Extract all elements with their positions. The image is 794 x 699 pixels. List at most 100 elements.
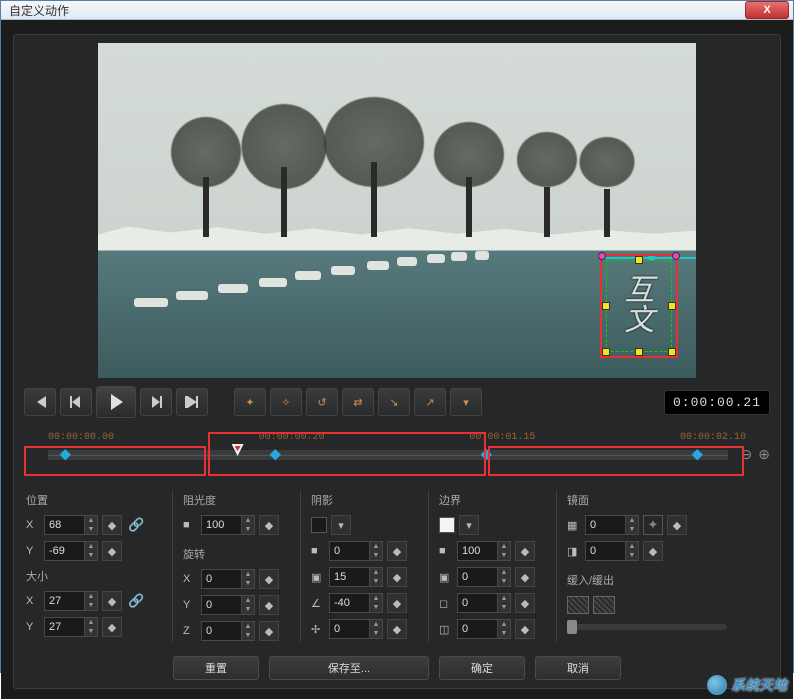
move-icon: ✢ [311,623,325,636]
mirror-keyframe-toggle[interactable]: ◆ [643,541,663,561]
save-as-button[interactable]: 保存至... [269,656,429,680]
preview-selection-highlight: 互文 [600,254,678,358]
size-y-input[interactable]: ▲▼ [44,617,98,637]
mirror-title: 镜面 [567,492,770,508]
timeline-label: 00:00:00.00 [48,432,114,443]
prev-frame-button[interactable] [60,388,92,416]
rotation-y-input[interactable]: ▲▼ [201,595,255,615]
border-val3-input[interactable]: ▲▼ [457,593,511,613]
go-end-button[interactable] [176,388,208,416]
square-icon: ■ [439,545,453,557]
rotation-keyframe-toggle[interactable]: ◆ [259,569,279,589]
angle-icon: ∠ [311,597,325,610]
shadow-offset-input[interactable]: ▲▼ [329,619,383,639]
ease-out-button[interactable] [593,596,615,614]
opacity-keyframe-toggle[interactable]: ◆ [259,515,279,535]
size-keyframe-toggle[interactable]: ◆ [102,591,122,611]
parameters-panel: 位置 X ▲▼ ◆ 🔗 Y ▲▼ ◆ 大小 X ▲▼ [24,490,770,642]
border-keyframe-toggle[interactable]: ◆ [515,619,535,639]
preview-canvas[interactable]: 互文 [98,43,696,378]
shadow-color-picker[interactable]: ▾ [331,515,351,535]
border-keyframe-toggle[interactable]: ◆ [515,567,535,587]
size-title: 大小 [26,568,162,584]
square-icon: ▦ [567,519,581,532]
opacity-rotation-group: 阻光度 ■ ▲▼ ◆ 旋转 X ▲▼ ◆ Y ▲▼ ◆ [172,490,290,642]
position-x-input[interactable]: ▲▼ [44,515,98,535]
size-x-input[interactable]: ▲▼ [44,591,98,611]
opacity-input[interactable]: ▲▼ [201,515,255,535]
move-keyframe-right-button[interactable]: ↗ [414,388,446,416]
link-icon[interactable]: 🔗 [128,517,144,533]
square-icon: ◻ [439,597,453,610]
custom-motion-dialog: 自定义动作 X [0,0,794,673]
close-button[interactable]: X [745,1,789,19]
go-start-button[interactable] [24,388,56,416]
border-title: 边界 [439,492,546,508]
border-width-input[interactable]: ▲▼ [457,541,511,561]
cancel-button[interactable]: 取消 [535,656,621,680]
next-frame-button[interactable] [140,388,172,416]
link-icon[interactable]: 🔗 [128,593,144,609]
shadow-keyframe-toggle[interactable]: ◆ [387,541,407,561]
shadow-keyframe-toggle[interactable]: ◆ [387,619,407,639]
window-title: 自定义动作 [5,2,745,19]
border-val4-input[interactable]: ▲▼ [457,619,511,639]
keyframe-menu-button[interactable]: ▾ [450,388,482,416]
swap-keyframes-button[interactable]: ⇄ [342,388,374,416]
shadow-opacity-input[interactable]: ▲▼ [329,541,383,561]
position-y-input[interactable]: ▲▼ [44,541,98,561]
annotation-highlight [488,446,744,476]
shadow-color-swatch[interactable] [311,517,327,533]
rotation-z-input[interactable]: ▲▼ [201,621,255,641]
annotation-highlight [24,446,206,476]
annotation-highlight [208,432,486,476]
remove-keyframe-button[interactable]: ✧ [270,388,302,416]
border-keyframe-toggle[interactable]: ◆ [515,593,535,613]
rotation-x-input[interactable]: ▲▼ [201,569,255,589]
shadow-distance-input[interactable]: ▲▼ [329,567,383,587]
reverse-keyframes-button[interactable]: ↺ [306,388,338,416]
dialog-footer: 重置 保存至... 确定 取消 [24,656,770,680]
opacity-icon: ■ [183,519,197,531]
shadow-title: 阴影 [311,492,418,508]
rotation-keyframe-toggle[interactable]: ◆ [259,621,279,641]
square-icon: ◨ [567,545,581,558]
position-keyframe-toggle[interactable]: ◆ [102,515,122,535]
add-keyframe-button[interactable]: ✦ [234,388,266,416]
ease-slider[interactable] [567,624,727,630]
reset-button[interactable]: 重置 [173,656,259,680]
border-color-picker[interactable]: ▾ [459,515,479,535]
ease-in-button[interactable] [567,596,589,614]
timeline-label: 00:00:02.10 [680,432,746,443]
zoom-in-button[interactable]: ⊕ [758,446,770,463]
timecode-display: 0:00:00.21 [664,390,770,415]
position-keyframe-toggle[interactable]: ◆ [102,541,122,561]
border-keyframe-toggle[interactable]: ◆ [515,541,535,561]
watermark: 系统天地 [707,675,787,695]
mirror-val1-input[interactable]: ▲▼ [585,515,639,535]
ok-button[interactable]: 确定 [439,656,525,680]
border-color-swatch[interactable] [439,517,455,533]
rotation-keyframe-toggle[interactable]: ◆ [259,595,279,615]
square-icon: ▣ [311,571,325,584]
direction-control[interactable] [643,515,663,535]
square-icon: ▣ [439,571,453,584]
move-keyframe-left-button[interactable]: ↘ [378,388,410,416]
shadow-keyframe-toggle[interactable]: ◆ [387,567,407,587]
size-keyframe-toggle[interactable]: ◆ [102,617,122,637]
mirror-ease-group: 镜面 ▦ ▲▼ ◆ ◨ ▲▼ ◆ 缓入/缓出 [556,490,770,642]
globe-icon [707,675,727,695]
play-button[interactable] [96,386,136,418]
border-group: 边界 ▾ ■ ▲▼ ◆ ▣ ▲▼ ◆ [428,490,546,642]
shadow-group: 阴影 ▾ ■ ▲▼ ◆ ▣ ▲▼ ◆ [300,490,418,642]
shadow-keyframe-toggle[interactable]: ◆ [387,593,407,613]
timeline: 00:00:00.00 00:00:00.20 00:00:01.15 00:0… [24,432,770,478]
shadow-angle-input[interactable]: ▲▼ [329,593,383,613]
playback-toolbar: ✦ ✧ ↺ ⇄ ↘ ↗ ▾ 0:00:00.21 [24,386,770,418]
border-opacity-input[interactable]: ▲▼ [457,567,511,587]
position-size-group: 位置 X ▲▼ ◆ 🔗 Y ▲▼ ◆ 大小 X ▲▼ [24,490,162,642]
mirror-keyframe-toggle[interactable]: ◆ [667,515,687,535]
mirror-val2-input[interactable]: ▲▼ [585,541,639,561]
opacity-title: 阻光度 [183,492,290,508]
square-icon: ■ [311,545,325,557]
